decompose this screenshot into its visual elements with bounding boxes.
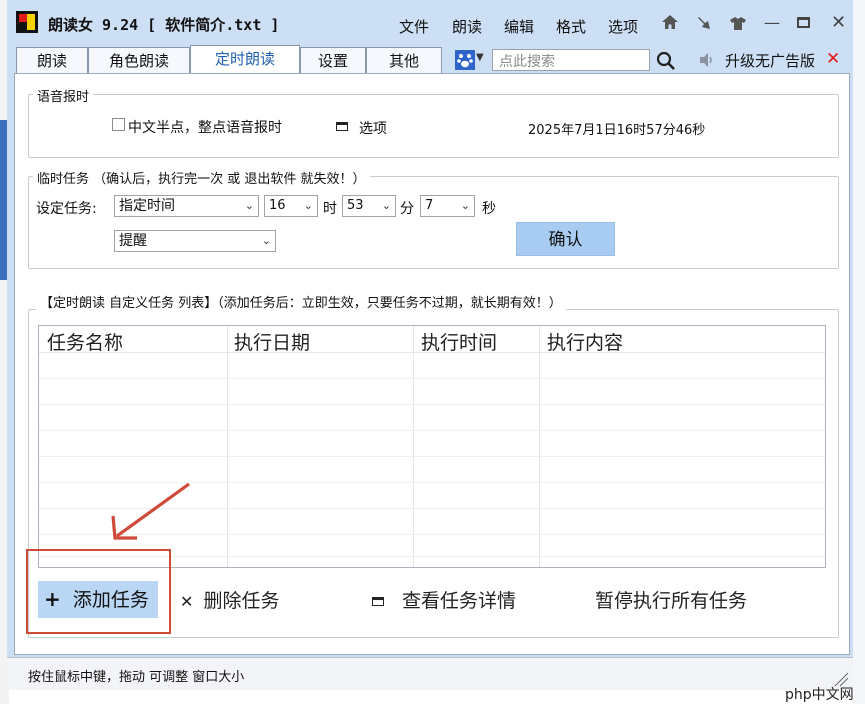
menu-format[interactable]: 格式 [556,16,586,37]
watermark-text: php中文网 [785,687,854,703]
set-task-label: 设定任务: [36,201,97,217]
temp-task-group [28,176,839,269]
half-hour-checkbox-label: 中文半点，整点语音报时 [128,120,282,136]
upgrade-link[interactable]: 升级无广告版 [725,50,815,71]
task-mode-value: 指定时间 [119,198,175,214]
delete-icon: ✕ [180,592,194,611]
hour-select[interactable]: 16 ⌄ [264,195,318,217]
menu-edit[interactable]: 编辑 [504,16,534,37]
confirm-button[interactable]: 确认 [516,222,615,256]
current-datetime: 2025年7月1日16时57分46秒 [528,123,706,138]
chevron-down-icon: ⌄ [244,199,254,212]
minute-select[interactable]: 53 ⌄ [342,195,396,217]
chevron-down-icon: ⌄ [460,199,470,212]
column-header-time[interactable]: 执行时间 [421,328,497,355]
task-mode-select[interactable]: 指定时间 ⌄ [114,195,259,217]
second-unit: 秒 [482,201,496,217]
tab-read[interactable]: 朗读 [16,47,88,73]
window-icon [372,597,384,606]
hour-value: 16 [269,198,286,213]
title-bar: 朗读女 9.24 [ 软件简介.txt ] 文件 朗读 编辑 格式 选项 — ✕ [7,0,853,44]
delete-task-label: 删除任务 [203,590,280,612]
task-action-value: 提醒 [119,233,147,249]
status-bar: 按住鼠标中键，拖动 可调整 窗口大小 [7,657,853,690]
app-logo-icon [16,11,38,33]
second-value: 7 [425,198,434,213]
pause-all-tasks-button[interactable]: 暂停执行所有任务 [595,586,747,613]
pin-icon[interactable] [696,15,712,31]
column-header-content[interactable]: 执行内容 [547,328,623,355]
paw-icon[interactable] [455,50,475,70]
custom-list-title: 【定时朗读 自定义任务 列表】（添加任务后：立即生效，只要任务不过期，就长期有效… [36,292,566,311]
tab-other[interactable]: 其他 [366,47,442,73]
tab-timed-read[interactable]: 定时朗读 [190,45,300,74]
options-label[interactable]: 选项 [359,118,387,138]
chevron-down-icon: ⌄ [261,234,271,247]
window-title: 朗读女 9.24 [ 软件简介.txt ] [48,16,280,34]
task-action-select[interactable]: 提醒 ⌄ [114,230,276,252]
half-hour-checkbox[interactable] [112,118,125,131]
minimize-button[interactable]: — [764,13,780,32]
background-window-band [0,120,7,280]
options-icon[interactable] [336,122,348,131]
speaker-icon[interactable] [698,51,716,69]
minute-value: 53 [347,198,364,213]
menu-file[interactable]: 文件 [399,16,429,37]
shirt-icon[interactable] [729,15,747,31]
view-task-details-button[interactable]: 查看任务详情 [372,586,516,613]
chevron-down-icon: ⌄ [303,199,313,212]
voice-report-title: 语音报时 [33,86,94,105]
close-ad-icon[interactable]: ✕ [826,49,840,69]
delete-task-button[interactable]: ✕ 删除任务 [180,586,279,613]
close-window-button[interactable]: ✕ [831,12,846,33]
home-icon[interactable] [661,14,679,30]
highlight-box [26,549,171,634]
minute-unit: 分 [400,201,414,217]
watermark: php中文网 [785,684,854,704]
column-header-name[interactable]: 任务名称 [47,328,123,355]
search-placeholder: 点此搜索 [499,54,555,70]
view-task-details-label: 查看任务详情 [402,590,517,612]
menu-read[interactable]: 朗读 [452,16,482,37]
search-input[interactable]: 点此搜索 [492,49,650,71]
tab-role-read[interactable]: 角色朗读 [88,47,190,73]
arrow-annotation-icon [111,482,190,540]
status-text: 按住鼠标中键，拖动 可调整 窗口大小 [28,670,245,685]
column-header-date[interactable]: 执行日期 [234,328,310,355]
temp-task-title: 临时任务 （确认后，执行完一次 或 退出软件 就失效！） [33,168,370,187]
search-icon[interactable] [656,51,676,71]
background-window-edge-right [852,0,865,704]
chevron-down-icon[interactable]: ▼ [476,52,484,63]
second-select[interactable]: 7 ⌄ [420,195,475,217]
hour-unit: 时 [323,201,337,217]
chevron-down-icon: ⌄ [381,199,391,212]
menu-options[interactable]: 选项 [608,16,638,37]
tab-settings[interactable]: 设置 [300,47,366,73]
maximize-button[interactable] [797,17,810,28]
